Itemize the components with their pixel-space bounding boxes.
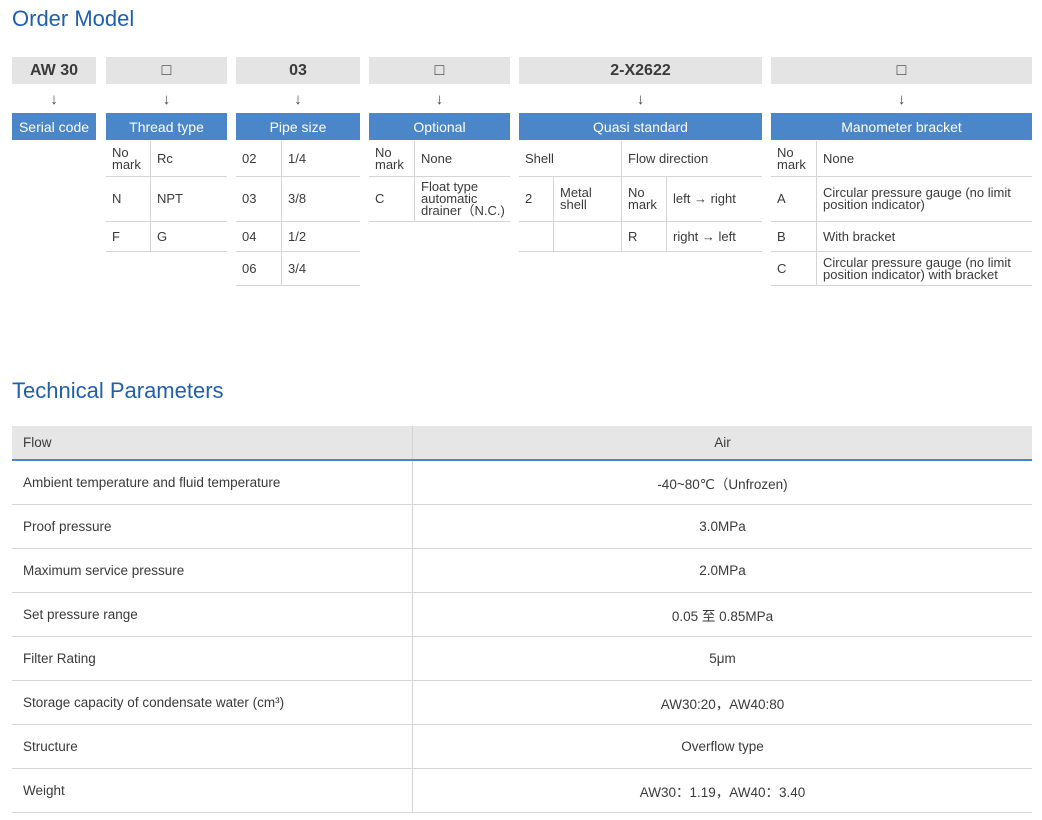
column-header-air: Air — [412, 426, 1032, 461]
technical-parameters-title: Technical Parameters — [12, 378, 224, 403]
manometer-value: Circular pressure gauge (no limit positi… — [816, 177, 1032, 222]
pipe-code: 03 — [236, 177, 281, 222]
manometer-code: C — [771, 252, 816, 286]
pipe-value: 3/4 — [281, 252, 360, 286]
arrow-down-icon: ↓ — [435, 91, 444, 108]
table-row: Filter Rating 5μm — [12, 636, 1032, 681]
pipe-code: 04 — [236, 222, 281, 252]
manometer-value: None — [816, 141, 1032, 177]
pipe-value: 3/8 — [281, 177, 360, 222]
param-label: Set pressure range — [12, 592, 413, 637]
header-pipe-size: Pipe size — [236, 113, 360, 140]
param-value: 5μm — [412, 636, 1032, 681]
flow-code: No mark — [621, 177, 666, 222]
code-pipe: 03 — [236, 57, 360, 84]
arrow-down-icon: ↓ — [294, 91, 302, 108]
param-label: Maximum service pressure — [12, 548, 413, 593]
param-label: Structure — [12, 724, 413, 769]
pipe-value: 1/4 — [281, 141, 360, 177]
pipe-value: 1/2 — [281, 222, 360, 252]
param-label: Ambient temperature and fluid temperatur… — [12, 460, 413, 505]
table-row: Maximum service pressure 2.0MPa — [12, 548, 1032, 593]
shell-value: Metal shell — [553, 177, 621, 222]
header-manometer-bracket: Manometer bracket — [771, 113, 1032, 140]
optional-value: Float type automatic drainer（N.C.) — [414, 177, 510, 222]
pipe-code: 06 — [236, 252, 281, 286]
header-thread-type: Thread type — [106, 113, 227, 140]
header-quasi-standard: Quasi standard — [519, 113, 762, 140]
thread-code: N — [106, 177, 150, 222]
manometer-code: No mark — [771, 141, 816, 177]
table-row: Proof pressure 3.0MPa — [12, 504, 1032, 549]
param-label: Weight — [12, 768, 413, 813]
table-row: Storage capacity of condensate water (cm… — [12, 680, 1032, 725]
code-quasi: 2-X2622 — [519, 57, 762, 84]
thread-value: G — [150, 222, 227, 252]
code-optional: □ — [369, 57, 510, 84]
arrow-down-icon: ↓ — [162, 91, 171, 108]
param-label: Filter Rating — [12, 636, 413, 681]
flow-code: R — [621, 222, 666, 252]
arrow-down-icon: ↓ — [50, 91, 58, 108]
param-value: Overflow type — [412, 724, 1032, 769]
shell-label: Shell — [519, 141, 621, 177]
flow-direction-label: Flow direction — [621, 141, 762, 177]
param-value: AW30:20，AW40:80 — [412, 680, 1032, 725]
flow-value: right → left — [666, 222, 762, 252]
param-value: 0.05 至 0.85MPa — [412, 592, 1032, 637]
header-optional: Optional — [369, 113, 510, 140]
manometer-value: Circular pressure gauge (no limit positi… — [816, 252, 1032, 286]
header-serial-code: Serial code — [12, 113, 96, 140]
code-thread: □ — [106, 57, 227, 84]
column-header-flow: Flow — [12, 426, 413, 461]
shell-code-empty — [519, 222, 553, 252]
arrow-down-icon: ↓ — [897, 91, 906, 108]
thread-value: Rc — [150, 141, 227, 177]
pipe-code: 02 — [236, 141, 281, 177]
table-row: Set pressure range 0.05 至 0.85MPa — [12, 592, 1032, 637]
technical-parameters-table: Flow Air Ambient temperature and fluid t… — [12, 426, 1032, 813]
manometer-code: B — [771, 222, 816, 252]
table-header-row: Flow Air — [12, 426, 1032, 461]
order-model-title: Order Model — [12, 6, 135, 31]
optional-value: None — [414, 141, 510, 177]
thread-code: F — [106, 222, 150, 252]
optional-code: No mark — [369, 141, 414, 177]
code-serial: AW 30 — [12, 57, 96, 84]
manometer-value: With bracket — [816, 222, 1032, 252]
code-manometer: □ — [771, 57, 1032, 84]
param-label: Proof pressure — [12, 504, 413, 549]
table-row: Weight AW30：1.19，AW40：3.40 — [12, 768, 1032, 813]
shell-code: 2 — [519, 177, 553, 222]
manometer-code: A — [771, 177, 816, 222]
param-value: -40~80℃（Unfrozen) — [412, 460, 1032, 505]
table-row: Ambient temperature and fluid temperatur… — [12, 460, 1032, 505]
param-value: 2.0MPa — [412, 548, 1032, 593]
flow-value: left → right — [666, 177, 762, 222]
thread-value: NPT — [150, 177, 227, 222]
optional-code: C — [369, 177, 414, 222]
table-row: Structure Overflow type — [12, 724, 1032, 769]
arrow-down-icon: ↓ — [636, 91, 645, 108]
param-value: 3.0MPa — [412, 504, 1032, 549]
thread-code: No mark — [106, 141, 150, 177]
param-value: AW30：1.19，AW40：3.40 — [412, 768, 1032, 813]
shell-value-empty — [553, 222, 621, 252]
param-label: Storage capacity of condensate water (cm… — [12, 680, 413, 725]
